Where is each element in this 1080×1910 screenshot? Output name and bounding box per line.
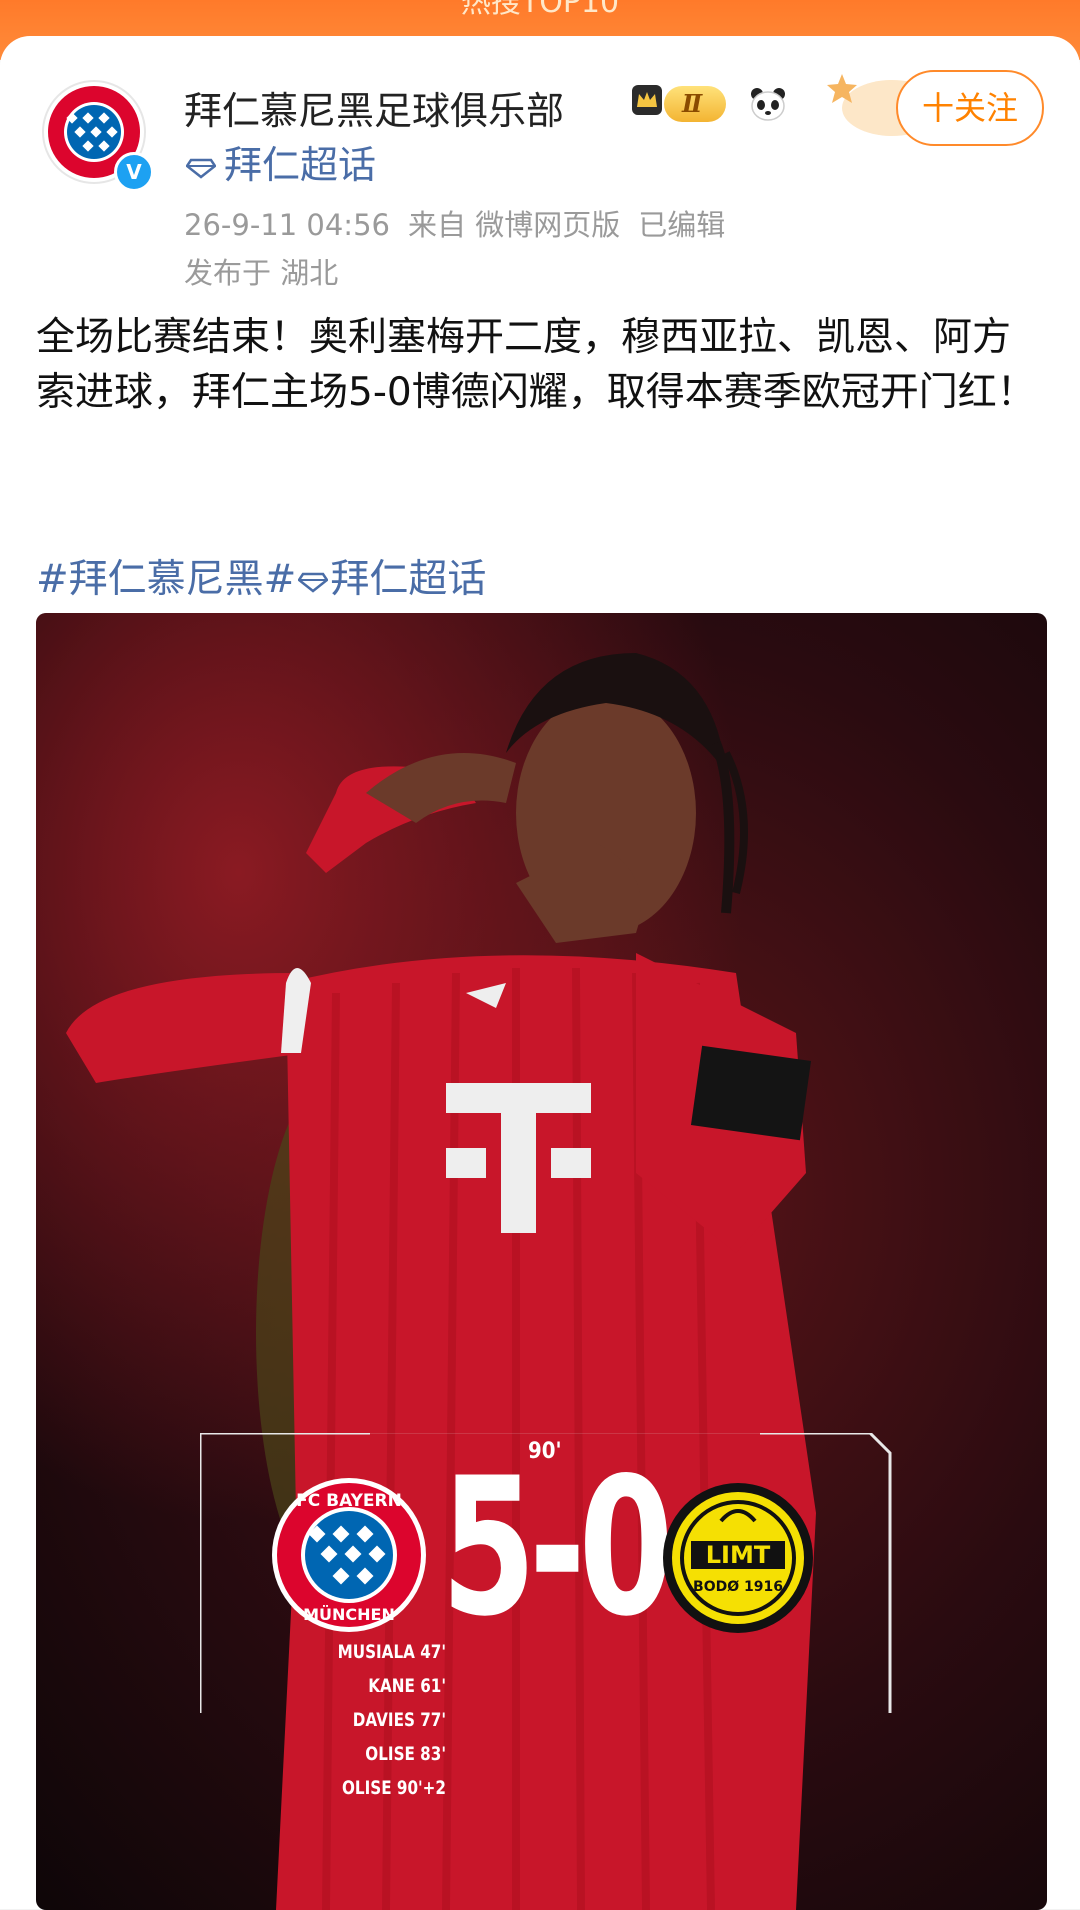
goal-scorers-list: MUSIALA 47' KANE 61' DAVIES 77' OLISE 83… bbox=[326, 1635, 446, 1805]
author-name[interactable]: 拜仁慕尼黑足球俱乐部 bbox=[184, 80, 564, 135]
scorer-entry: MUSIALA 47' bbox=[337, 1641, 446, 1663]
level-badge[interactable]: Ⅱ bbox=[664, 86, 727, 122]
post-image[interactable]: 90' 5-0 FC BAYERN MÜNCHEN LIMT BODØ 1916… bbox=[36, 613, 1047, 1910]
bodo-logo-text-bottom: BODØ 1916 bbox=[693, 1579, 783, 1595]
panda-icon bbox=[751, 88, 785, 121]
crown-icon bbox=[632, 85, 662, 115]
post-location: 发布于 湖北 bbox=[184, 256, 339, 290]
scorer-entry: OLISE 90'+2 bbox=[341, 1777, 446, 1799]
post-meta: 26-9-11 04:56 来自 微博网页版 已编辑 bbox=[184, 202, 743, 244]
hashtag-line: #拜仁慕尼黑# 拜仁超话 bbox=[36, 548, 486, 604]
hot-search-label: 热搜TOP10 bbox=[460, 0, 620, 20]
scorer-entry: OLISE 83' bbox=[365, 1743, 446, 1765]
player-celebration-illustration bbox=[36, 613, 1047, 1910]
bayern-logo-text-bottom: MÜNCHEN bbox=[303, 1605, 395, 1624]
weibo-post-card: V 拜仁慕尼黑足球俱乐部 Ⅱ 十关注 拜仁超话 26-9-11 04:56 来自 … bbox=[0, 36, 1080, 1910]
post-time: 26-9-11 04:56 bbox=[184, 208, 390, 242]
fc-bayern-team-logo-icon: FC BAYERN MÜNCHEN bbox=[272, 1478, 426, 1632]
super-topic-label: 拜仁超话 bbox=[224, 143, 377, 187]
diamond-icon bbox=[297, 572, 330, 593]
bodo-logo-text-main: LIMT bbox=[706, 1541, 771, 1569]
diamond-icon bbox=[185, 158, 217, 179]
bodo-glimt-team-logo-icon: LIMT BODØ 1916 bbox=[663, 1483, 813, 1633]
bayern-logo-text-top: FC BAYERN bbox=[296, 1491, 402, 1511]
hashtag-bayern[interactable]: #拜仁慕尼黑# bbox=[36, 557, 296, 602]
super-topic-link[interactable]: 拜仁超话 bbox=[185, 134, 377, 189]
match-score: 5-0 bbox=[441, 1437, 674, 1658]
follow-button[interactable]: 十关注 bbox=[896, 70, 1044, 146]
post-body-text: 全场比赛结束！奥利塞梅开二度，穆西亚拉、凯恩、阿方索进球，拜仁主场5-0博德闪耀… bbox=[36, 315, 1036, 415]
hashtag-super-topic[interactable]: 拜仁超话 bbox=[330, 557, 486, 602]
post-source[interactable]: 来自 微博网页版 bbox=[408, 208, 620, 242]
edited-label[interactable]: 已编辑 bbox=[638, 208, 725, 242]
scorer-entry: KANE 61' bbox=[368, 1675, 446, 1697]
scorer-entry: DAVIES 77' bbox=[352, 1709, 446, 1731]
verified-badge-icon: V bbox=[114, 152, 154, 192]
